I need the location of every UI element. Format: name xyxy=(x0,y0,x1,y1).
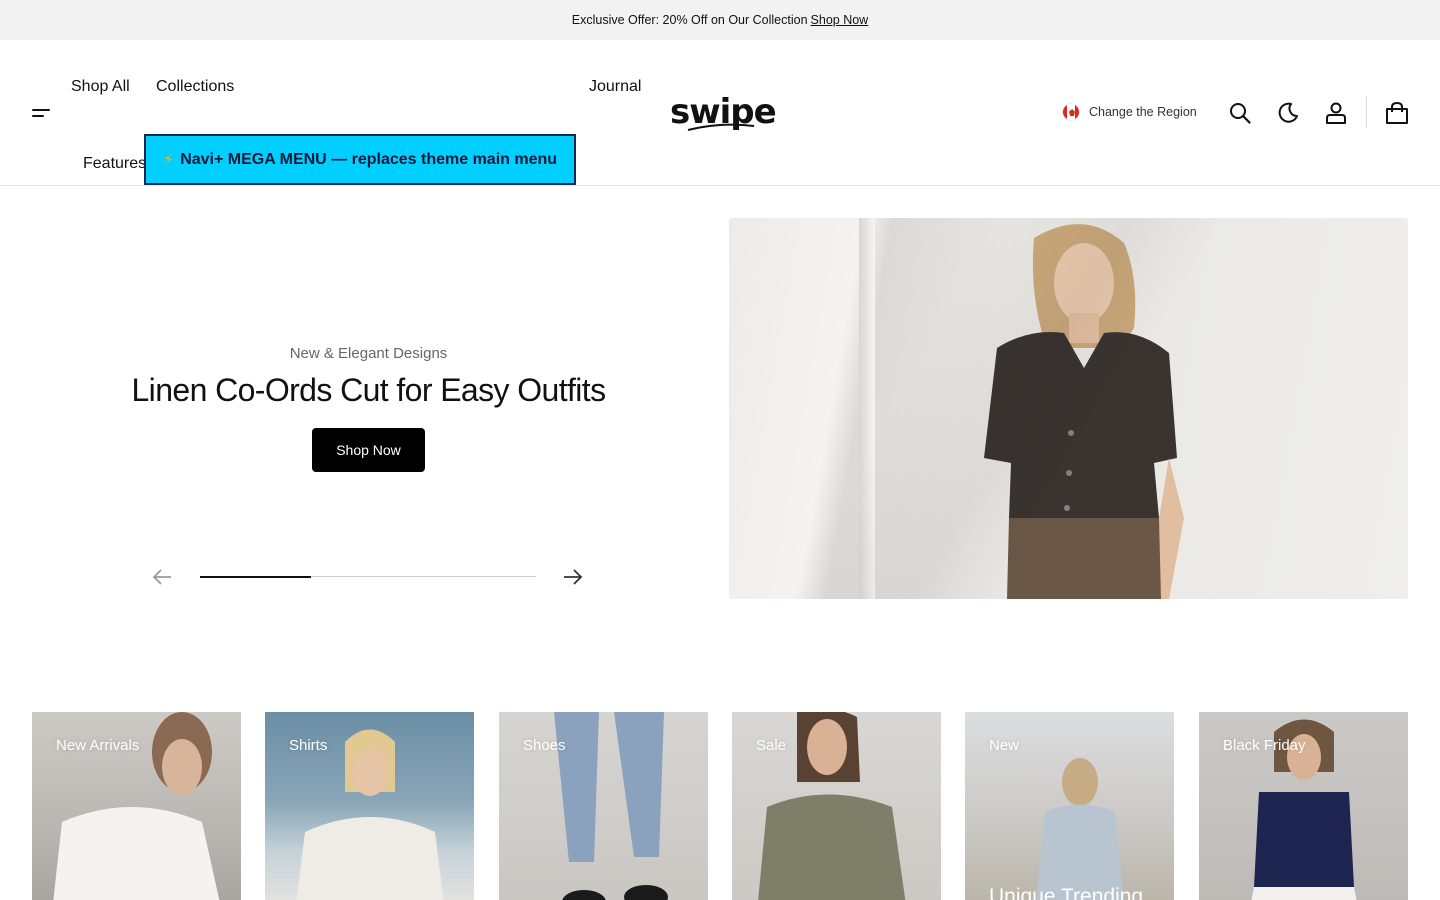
category-overlay-text: Unique Trending xyxy=(989,885,1144,900)
site-header: Shop All Collections Journal Features ⚡ … xyxy=(0,40,1440,186)
header-divider xyxy=(1366,96,1367,128)
hero-title: Linen Co-Ords Cut for Easy Outfits xyxy=(131,372,606,408)
category-tile-sale[interactable]: Sale xyxy=(732,712,941,900)
slider-progress-fill xyxy=(200,575,311,578)
moon-icon[interactable] xyxy=(1275,100,1301,126)
slider-progress-track xyxy=(200,575,536,578)
announcement-shop-now-link[interactable]: Shop Now xyxy=(811,13,869,27)
mega-menu-banner-text: Navi+ MEGA MENU — replaces theme main me… xyxy=(180,150,558,168)
lightning-bolt-icon: ⚡ xyxy=(162,151,175,169)
category-label: New xyxy=(989,737,1020,754)
category-label: Shirts xyxy=(289,737,328,754)
nav-shop-all[interactable]: Shop All xyxy=(71,78,130,96)
cart-icon[interactable] xyxy=(1384,100,1410,126)
category-label: Sale xyxy=(756,737,787,754)
nav-features[interactable]: Features xyxy=(83,155,146,173)
slider-prev-arrow-icon[interactable] xyxy=(151,566,173,588)
site-logo[interactable]: swipe xyxy=(670,92,777,132)
announcement-bar: Exclusive Offer: 20% Off on Our Collecti… xyxy=(0,0,1440,40)
category-label: New Arrivals xyxy=(56,737,140,754)
announcement-text: Exclusive Offer: 20% Off on Our Collecti… xyxy=(571,13,808,27)
category-label: Black Friday xyxy=(1223,737,1306,754)
region-selector[interactable]: Change the Region xyxy=(1062,102,1197,122)
category-tile-shirts[interactable]: Shirts xyxy=(265,712,474,900)
nav-journal[interactable]: Journal xyxy=(589,78,641,96)
hero-image xyxy=(729,218,1408,599)
nav-collections[interactable]: Collections xyxy=(156,78,234,96)
mega-menu-banner[interactable]: ⚡ Navi+ MEGA MENU — replaces theme main … xyxy=(144,134,576,185)
slider-next-arrow-icon[interactable] xyxy=(562,566,584,588)
hero-shop-now-button[interactable]: Shop Now xyxy=(312,428,425,472)
region-label: Change the Region xyxy=(1089,105,1197,119)
hero-subtitle: New & Elegant Designs xyxy=(289,345,448,362)
category-tile-black-friday[interactable]: Black Friday xyxy=(1199,712,1408,900)
category-tile-new-arrivals[interactable]: New Arrivals xyxy=(32,712,241,900)
menu-icon[interactable] xyxy=(32,107,50,119)
category-tile-shoes[interactable]: Shoes xyxy=(499,712,708,900)
category-tile-new[interactable]: New Unique Trending xyxy=(965,712,1174,900)
logo-swoosh xyxy=(687,123,755,131)
canada-flag-icon xyxy=(1062,103,1080,121)
category-label: Shoes xyxy=(523,737,566,754)
search-icon[interactable] xyxy=(1227,100,1253,126)
account-icon[interactable] xyxy=(1323,100,1349,126)
